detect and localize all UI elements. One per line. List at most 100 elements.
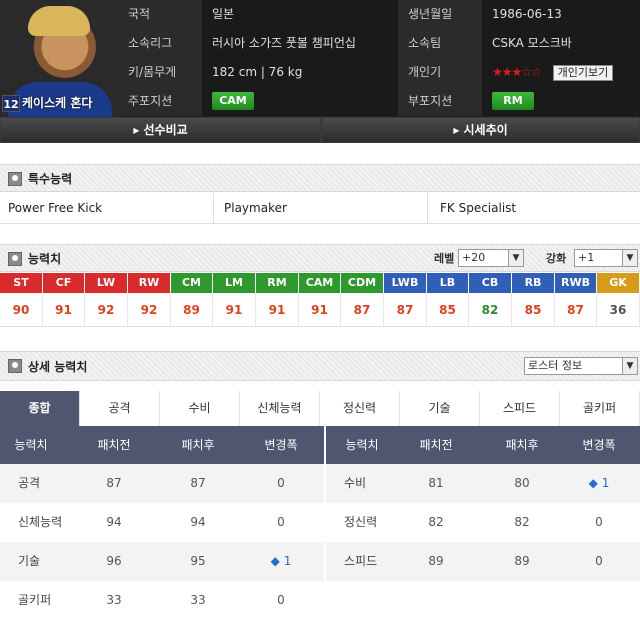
roster-select-value: 로스터 정보 bbox=[528, 359, 583, 372]
table-header-cell: 패치후 bbox=[181, 438, 215, 452]
table-cell-change: ◆ 1 bbox=[588, 476, 610, 490]
position-value: 91 bbox=[213, 293, 256, 327]
info-row: 소속리그 러시아 소가즈 풋볼 챔피언십 소속팀 CSKA 모스크바 bbox=[118, 29, 640, 58]
position-label: LWB bbox=[384, 273, 426, 293]
table-cell-change: 0 bbox=[595, 554, 603, 568]
table-cell-name: 수비 bbox=[344, 476, 367, 490]
table-cell-before: 82 bbox=[428, 515, 444, 529]
chevron-down-icon: ▼ bbox=[622, 250, 637, 266]
table-row: 골키퍼 33 33 0 bbox=[0, 581, 324, 620]
league-label: 소속리그 bbox=[118, 29, 202, 58]
nationality-value: 일본 bbox=[202, 0, 398, 29]
table-cell-before: 87 bbox=[106, 476, 122, 490]
table-cell-before: 33 bbox=[106, 593, 122, 607]
level-select[interactable]: +20 ▼ bbox=[458, 249, 524, 267]
table-cell-name: 골키퍼 bbox=[18, 593, 52, 607]
detail-tab[interactable]: 골키퍼 bbox=[560, 391, 640, 426]
info-row: 주포지션 CAM 부포지션 RM bbox=[118, 87, 640, 116]
special-section-header: 특수능력 bbox=[0, 164, 640, 192]
table-row: 정신력 82 82 0 bbox=[326, 503, 640, 542]
table-row: 공격 87 87 0 bbox=[0, 464, 324, 503]
position-value: 87 bbox=[341, 293, 384, 327]
detail-tab[interactable]: 공격 bbox=[80, 391, 160, 426]
table-cell-before: 96 bbox=[106, 554, 122, 568]
detail-tab[interactable]: 신체능력 bbox=[240, 391, 320, 426]
sub-position-value: RM bbox=[482, 87, 640, 116]
personal-label: 개인기 bbox=[398, 58, 482, 87]
position-header-row: ST CF LW RW CM LM RM CAM CDM LWB LB CB RB RWB GK bbox=[0, 273, 640, 293]
birth-value: 1986-06-13 bbox=[482, 0, 640, 29]
table-cell-before: 81 bbox=[428, 476, 444, 490]
table-cell-name: 신체능력 bbox=[18, 515, 63, 529]
ability-title: 능력치 bbox=[28, 252, 62, 266]
special-title: 특수능력 bbox=[28, 172, 73, 186]
table-cell-after: 95 bbox=[190, 554, 206, 568]
table-row: 신체능력 94 94 0 bbox=[0, 503, 324, 542]
position-label: GK bbox=[597, 273, 639, 293]
position-value: 92 bbox=[85, 293, 128, 327]
position-label: RM bbox=[256, 273, 298, 293]
detail-tab[interactable]: 기술 bbox=[400, 391, 480, 426]
special-ability-item: Power Free Kick bbox=[0, 193, 214, 224]
position-label: CM bbox=[171, 273, 212, 293]
table-cell-after: 87 bbox=[190, 476, 206, 490]
table-header-cell: 변경폭 bbox=[264, 438, 298, 452]
detail-tab[interactable]: 스피드 bbox=[480, 391, 560, 426]
info-row: 국적 일본 생년월일 1986-06-13 bbox=[118, 0, 640, 29]
table-header-cell: 능력치 bbox=[14, 438, 48, 452]
table-cell-after: 33 bbox=[190, 593, 206, 607]
position-label: RWB bbox=[555, 273, 596, 293]
section-icon bbox=[8, 359, 22, 373]
position-value: 91 bbox=[256, 293, 299, 327]
position-label: RW bbox=[128, 273, 170, 293]
enhance-label: 강화 bbox=[546, 252, 567, 265]
table-cell-after: 80 bbox=[514, 476, 530, 490]
detail-title: 상세 능력치 bbox=[28, 360, 88, 374]
position-value: 87 bbox=[384, 293, 427, 327]
table-cell-name: 기술 bbox=[18, 554, 41, 568]
main-position-value: CAM bbox=[202, 87, 398, 116]
price-trend-button[interactable]: ▸ 시세추이 bbox=[322, 118, 639, 142]
detail-tab[interactable]: 정신력 bbox=[320, 391, 400, 426]
table-row: 수비 81 80 ◆ 1 bbox=[326, 464, 640, 503]
table-header-cell: 패치전 bbox=[97, 438, 131, 452]
player-hair bbox=[28, 6, 90, 36]
star-rating-on: ★★★ bbox=[492, 65, 522, 79]
position-value-row: 90 91 92 92 89 91 91 91 87 87 85 82 85 87 36 bbox=[0, 293, 640, 327]
position-value: 82 bbox=[469, 293, 512, 327]
detail-tab[interactable]: 종합 bbox=[0, 391, 80, 426]
player-name: 케이스케 혼다 bbox=[22, 96, 93, 110]
position-value: 89 bbox=[171, 293, 213, 327]
position-value: 91 bbox=[299, 293, 341, 327]
level-label: 레벨 bbox=[434, 252, 455, 265]
section-icon bbox=[8, 172, 22, 186]
position-label: LB bbox=[427, 273, 468, 293]
player-number: 12 bbox=[2, 95, 20, 112]
team-label: 소속팀 bbox=[398, 29, 482, 58]
table-cell-before: 89 bbox=[428, 554, 444, 568]
ability-section-header: 능력치 레벨 +20 ▼ 강화 +1 ▼ bbox=[0, 244, 640, 272]
position-value: 87 bbox=[555, 293, 597, 327]
table-cell-name: 공격 bbox=[18, 476, 41, 490]
compare-player-button[interactable]: ▸ 선수비교 bbox=[1, 118, 320, 142]
position-label: RB bbox=[512, 273, 554, 293]
position-value: 92 bbox=[128, 293, 171, 327]
position-label: CAM bbox=[299, 273, 340, 293]
level-value: +20 bbox=[462, 251, 486, 264]
roster-select[interactable]: 로스터 정보 ▼ bbox=[524, 357, 638, 375]
position-value: 91 bbox=[43, 293, 85, 327]
player-card: 12 케이스케 혼다 국적 일본 생년월일 1986-06-13 소속리그 러시… bbox=[0, 0, 640, 626]
special-ability-item: Playmaker bbox=[214, 193, 428, 224]
player-profile: 12 케이스케 혼다 국적 일본 생년월일 1986-06-13 소속리그 러시… bbox=[0, 0, 640, 117]
enhance-select[interactable]: +1 ▼ bbox=[574, 249, 638, 267]
special-ability-list: Power Free Kick Playmaker FK Specialist bbox=[0, 193, 640, 224]
position-value: 85 bbox=[512, 293, 555, 327]
table-cell-change: 0 bbox=[277, 476, 285, 490]
position-value: 90 bbox=[0, 293, 43, 327]
detail-tab[interactable]: 수비 bbox=[160, 391, 240, 426]
star-rating-off: ☆☆ bbox=[521, 65, 541, 79]
personal-skill-button[interactable]: 개인기보기 bbox=[552, 64, 614, 81]
sub-position-badge: RM bbox=[492, 91, 534, 110]
table-cell-name: 정신력 bbox=[344, 515, 378, 529]
table-cell-after: 82 bbox=[514, 515, 530, 529]
